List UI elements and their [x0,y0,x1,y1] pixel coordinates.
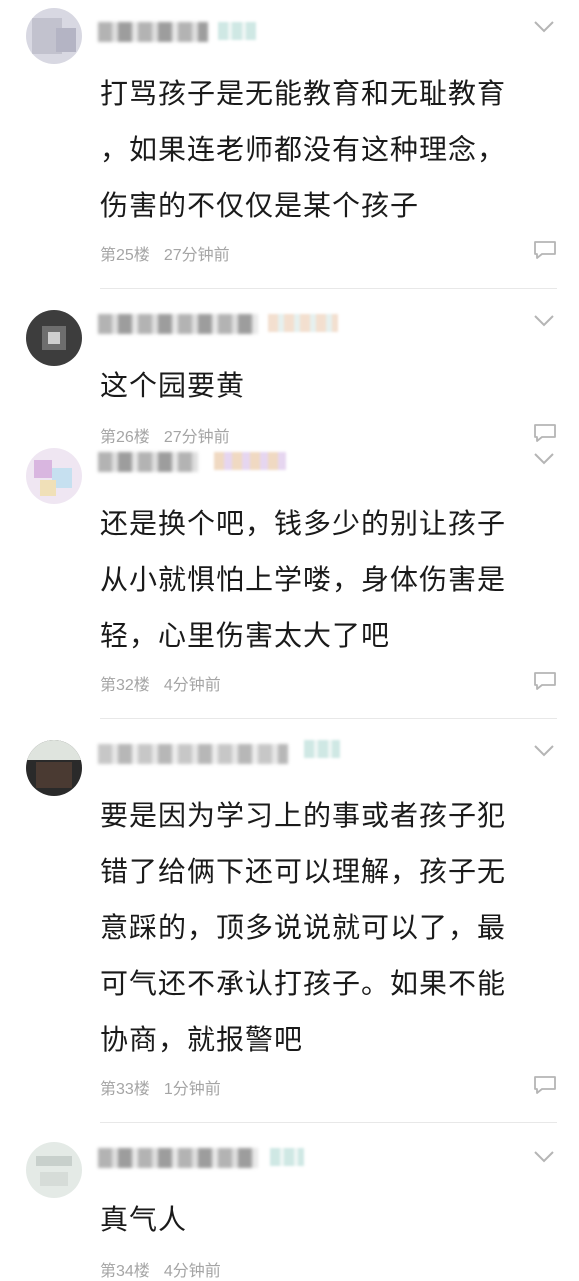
divider [100,288,557,289]
avatar[interactable] [26,8,82,64]
timestamp: 4分钟前 [163,1263,221,1280]
floor-number: 第26楼 [100,429,150,446]
comment-text: 要是因为学习上的事或者孩子犯 错了给俩下还可以理解，孩子无 意踩的，顶多说说就可… [100,799,507,1056]
chevron-down-icon[interactable] [533,20,555,34]
avatar[interactable] [26,740,82,796]
comment-meta: 第25楼 27分钟前 [100,241,244,265]
comment-text: 真气人 [100,1203,188,1236]
chevron-down-icon[interactable] [533,452,555,466]
comment-bubble-icon[interactable] [533,1075,557,1095]
comment-bubble-icon[interactable] [533,671,557,691]
floor-number: 第34楼 [100,1263,150,1280]
timestamp: 1分钟前 [163,1081,221,1098]
timestamp: 27分钟前 [163,247,230,264]
comment-meta: 第33楼 1分钟前 [100,1075,235,1099]
avatar[interactable] [26,310,82,366]
comment-bubble-icon[interactable] [533,423,557,443]
divider [100,1122,557,1123]
divider [100,718,557,719]
floor-number: 第33楼 [100,1081,150,1098]
user-badge [304,740,340,758]
user-badge [270,1148,304,1166]
chevron-down-icon[interactable] [533,1150,555,1164]
avatar[interactable] [26,448,82,504]
comment-bubble-icon[interactable] [533,240,557,260]
timestamp: 4分钟前 [163,677,221,694]
user-badge [218,22,256,40]
comment-text: 这个园要黄 [100,369,246,402]
username-blurred[interactable] [98,314,258,334]
comment-text: 打骂孩子是无能教育和无耻教育 ，如果连老师都没有这种理念， 伤害的不仅仅是某个孩… [100,77,507,222]
chevron-down-icon[interactable] [533,314,555,328]
floor-number: 第32楼 [100,677,150,694]
username-blurred[interactable] [98,744,288,764]
comment-meta: 第34楼 4分钟前 [100,1257,235,1281]
timestamp: 27分钟前 [163,429,230,446]
chevron-down-icon[interactable] [533,744,555,758]
username-blurred[interactable] [98,22,208,42]
username-blurred[interactable] [98,452,198,472]
floor-number: 第25楼 [100,247,150,264]
comment-meta: 第32楼 4分钟前 [100,671,235,695]
comment-meta: 第26楼 27分钟前 [100,423,244,447]
avatar[interactable] [26,1142,82,1198]
user-badge [214,452,286,470]
username-blurred[interactable] [98,1148,258,1168]
comment-text: 还是换个吧，钱多少的别让孩子 从小就惧怕上学喽，身体伤害是 轻，心里伤害太大了吧 [100,507,507,652]
user-badge [268,314,338,332]
